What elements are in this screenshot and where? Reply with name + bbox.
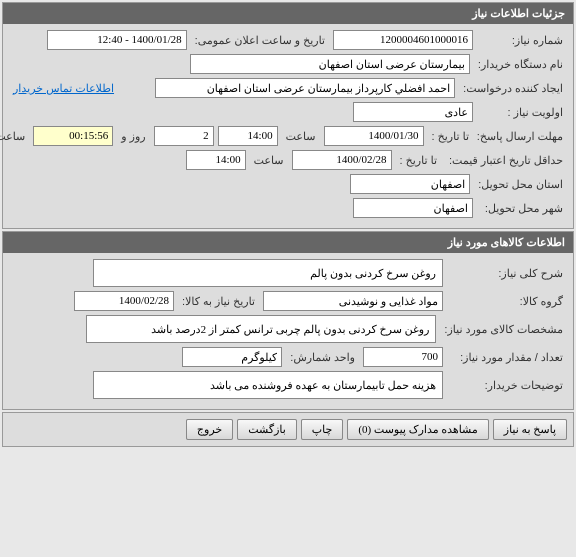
attachments-button[interactable]: مشاهده مدارک پیوست (0) bbox=[347, 419, 488, 440]
group-input[interactable] bbox=[263, 291, 443, 311]
qty-input[interactable] bbox=[363, 347, 443, 367]
buyer-contact-link[interactable]: اطلاعات تماس خریدار bbox=[9, 82, 118, 95]
label-buyer: نام دستگاه خریدار: bbox=[474, 58, 567, 71]
label-priority: اولویت نیاز : bbox=[477, 106, 567, 119]
days-left-input[interactable] bbox=[154, 126, 214, 146]
label-announce: تاریخ و ساعت اعلان عمومی: bbox=[191, 34, 329, 47]
label-unit: واحد شمارش: bbox=[286, 351, 359, 364]
label-hour2: ساعت bbox=[250, 154, 288, 167]
province-input[interactable] bbox=[350, 174, 470, 194]
label-buyer-notes: توضیحات خریدار: bbox=[447, 379, 567, 392]
credit-date-input[interactable] bbox=[292, 150, 392, 170]
section1-title: جزئیات اطلاعات نیاز bbox=[3, 3, 573, 24]
time-left-input bbox=[33, 126, 113, 146]
label-city: شهر محل تحویل: bbox=[477, 202, 567, 215]
unit-input[interactable] bbox=[182, 347, 282, 367]
creator-input[interactable] bbox=[155, 78, 455, 98]
deadline-hour-input[interactable] bbox=[218, 126, 278, 146]
spec-textarea[interactable]: روغن سرخ کردنی بدون پالم چربی ترانس کمتر… bbox=[86, 315, 436, 343]
label-group: گروه کالا: bbox=[447, 295, 567, 308]
label-history: تاریخ نیاز به کالا: bbox=[178, 295, 259, 308]
print-button[interactable]: چاپ bbox=[301, 419, 344, 440]
label-qty: تعداد / مقدار مورد نیاز: bbox=[447, 351, 567, 364]
need-details-section: جزئیات اطلاعات نیاز شماره نیاز: تاریخ و … bbox=[2, 2, 574, 229]
buyer-input[interactable] bbox=[190, 54, 470, 74]
label-creator: ایجاد کننده درخواست: bbox=[459, 82, 567, 95]
label-until2: تا تاریخ : bbox=[396, 154, 441, 167]
label-province: استان محل تحویل: bbox=[474, 178, 567, 191]
deadline-date-input[interactable] bbox=[324, 126, 424, 146]
label-deadline: مهلت ارسال پاسخ: bbox=[477, 130, 567, 143]
city-input[interactable] bbox=[353, 198, 473, 218]
button-bar: پاسخ به نیاز مشاهده مدارک پیوست (0) چاپ … bbox=[2, 412, 574, 447]
label-desc: شرح کلی نیاز: bbox=[447, 267, 567, 280]
back-button[interactable]: بازگشت bbox=[237, 419, 297, 440]
section2-title: اطلاعات کالاهای مورد نیاز bbox=[3, 232, 573, 253]
need-number-input[interactable] bbox=[333, 30, 473, 50]
priority-input[interactable] bbox=[353, 102, 473, 122]
buyer-notes-textarea[interactable]: هزینه حمل تابیمارستان به عهده فروشنده می… bbox=[93, 371, 443, 399]
goods-info-section: اطلاعات کالاهای مورد نیاز شرح کلی نیاز: … bbox=[2, 231, 574, 410]
label-spec: مشخصات کالای مورد نیاز: bbox=[440, 323, 567, 336]
credit-hour-input[interactable] bbox=[186, 150, 246, 170]
history-input[interactable] bbox=[74, 291, 174, 311]
exit-button[interactable]: خروج bbox=[186, 419, 233, 440]
label-credit: حداقل تاریخ اعتبار قیمت: bbox=[445, 154, 567, 167]
label-hour1: ساعت bbox=[282, 130, 320, 143]
respond-button[interactable]: پاسخ به نیاز bbox=[493, 419, 567, 440]
label-remaining: ساعت باقی مانده bbox=[0, 130, 29, 143]
label-need-number: شماره نیاز: bbox=[477, 34, 567, 47]
label-until1: تا تاریخ : bbox=[428, 130, 473, 143]
label-day-and: روز و bbox=[117, 130, 149, 143]
announce-input[interactable] bbox=[47, 30, 187, 50]
desc-textarea[interactable]: روغن سرخ کردنی بدون پالم bbox=[93, 259, 443, 287]
